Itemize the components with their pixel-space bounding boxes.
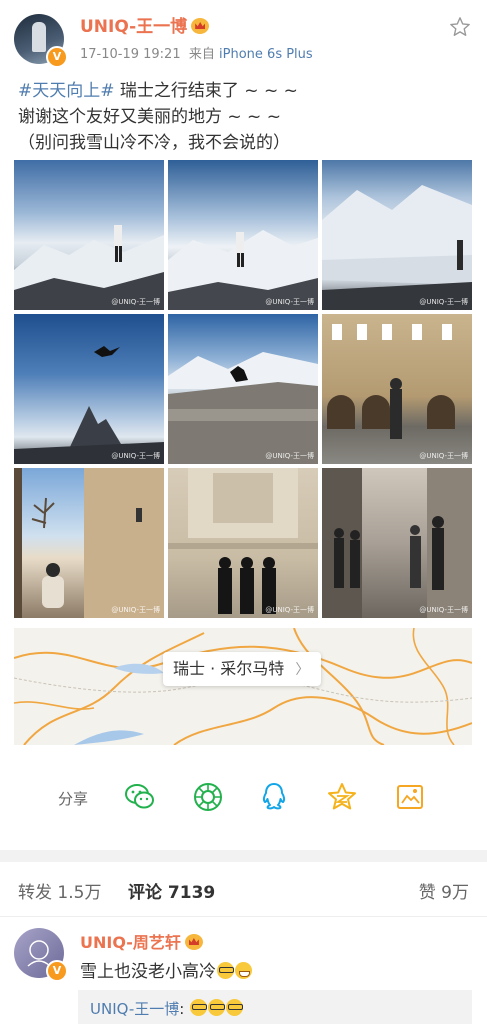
sunglasses-emoji-icon: [217, 962, 234, 979]
verified-badge: V: [46, 46, 68, 68]
comment-body: 雪上也没老小高冷: [80, 962, 216, 982]
reply-preview[interactable]: UNIQ-王一博:: [90, 998, 244, 1019]
commenter-name[interactable]: UNIQ-周艺轩: [80, 929, 203, 953]
share-label: 分享: [58, 790, 89, 808]
photo-watermark: @UNIQ-王一博: [265, 606, 314, 614]
tab-repost-label[interactable]: 转发: [18, 883, 52, 903]
sunglasses-emoji-icon: [190, 999, 208, 1016]
post-text: #天天向上# 瑞士之行结束了 ~ ~ ~ 谢谢这个友好又美丽的地方 ~ ~ ~ …: [18, 78, 473, 156]
photo-watermark: @UNIQ-王一博: [419, 606, 468, 614]
username-text[interactable]: UNIQ-王一博: [80, 17, 187, 37]
location-chip[interactable]: 瑞士 · 采尔马特 〉: [163, 652, 322, 686]
location-map[interactable]: [14, 628, 472, 745]
tab-comments[interactable]: 评论 7139: [128, 878, 215, 903]
photo-3[interactable]: @UNIQ-王一博: [322, 160, 472, 310]
comment-text: 雪上也没老小高冷: [80, 957, 252, 982]
sunglasses-emoji-icon: [226, 999, 244, 1016]
qzone-icon[interactable]: [326, 781, 358, 813]
post-line-1-text: 瑞士之行结束了 ~ ~ ~: [114, 81, 298, 101]
post-meta: 17-10-19 19:21 来自 iPhone 6s Plus: [80, 43, 313, 62]
commenter-name-text[interactable]: UNIQ-周艺轩: [80, 933, 181, 952]
map-roads: [14, 628, 472, 745]
photo-2[interactable]: @UNIQ-王一博: [168, 160, 318, 310]
reply-username[interactable]: UNIQ-王一博: [90, 1000, 179, 1018]
tab-repost-count[interactable]: 1.5万: [57, 883, 101, 903]
section-divider: [0, 850, 487, 862]
photo-6[interactable]: @UNIQ-王一博: [322, 314, 472, 464]
username-link[interactable]: UNIQ-王一博: [80, 12, 210, 37]
sunglasses-emoji-icon: [208, 999, 226, 1016]
photo-7[interactable]: @UNIQ-王一博: [14, 468, 164, 618]
post-line-1: #天天向上# 瑞士之行结束了 ~ ~ ~: [18, 78, 473, 104]
reply-separator: :: [179, 1000, 185, 1018]
tab-repost[interactable]: 转发 1.5万: [18, 878, 101, 903]
photo-watermark: @UNIQ-王一博: [111, 298, 160, 306]
chevron-right-icon: 〉: [295, 662, 310, 678]
wechat-icon[interactable]: [124, 781, 156, 813]
hashtag-link[interactable]: #天天向上#: [18, 81, 115, 101]
grin-emoji-icon: [235, 962, 252, 979]
source-prefix: 来自: [188, 47, 215, 62]
qq-icon[interactable]: [258, 781, 290, 813]
photo-8[interactable]: @UNIQ-王一博: [168, 468, 318, 618]
location-label[interactable]: 瑞士 · 采尔马特: [173, 659, 284, 678]
photo-5[interactable]: @UNIQ-王一博: [168, 314, 318, 464]
photo-grid: @UNIQ-王一博 @UNIQ-王一博 @UNIQ-王一博 @UNIQ-王一博 …: [14, 160, 472, 618]
vip-crown-icon: [184, 934, 203, 950]
photo-watermark: @UNIQ-王一博: [111, 452, 160, 460]
vip-crown-icon: [191, 18, 210, 34]
tab-likes-count[interactable]: 9万: [441, 883, 469, 903]
post-line-3: （别问我雪山冷不冷，我不会说的）: [18, 133, 290, 153]
device-link[interactable]: iPhone 6s Plus: [219, 47, 313, 62]
tab-comments-label[interactable]: 评论: [128, 883, 162, 903]
tab-likes[interactable]: 赞 9万: [419, 878, 469, 903]
photo-watermark: @UNIQ-王一博: [111, 606, 160, 614]
photo-watermark: @UNIQ-王一博: [265, 452, 314, 460]
post-line-2: 谢谢这个友好又美丽的地方 ~ ~ ~: [18, 107, 281, 127]
tab-likes-label[interactable]: 赞: [419, 883, 436, 903]
photo-4[interactable]: @UNIQ-王一博: [14, 314, 164, 464]
photo-watermark: @UNIQ-王一博: [419, 452, 468, 460]
tab-comments-count[interactable]: 7139: [168, 883, 215, 903]
photo-9[interactable]: @UNIQ-王一博: [322, 468, 472, 618]
post-timestamp: 17-10-19 19:21: [80, 47, 181, 62]
moments-icon[interactable]: [192, 781, 224, 813]
photo-1[interactable]: @UNIQ-王一博: [14, 160, 164, 310]
photo-watermark: @UNIQ-王一博: [419, 298, 468, 306]
photo-watermark: @UNIQ-王一博: [265, 298, 314, 306]
save-image-icon[interactable]: [394, 781, 426, 813]
commenter-verified-badge: V: [46, 960, 68, 982]
favorite-star-icon[interactable]: [449, 16, 471, 38]
